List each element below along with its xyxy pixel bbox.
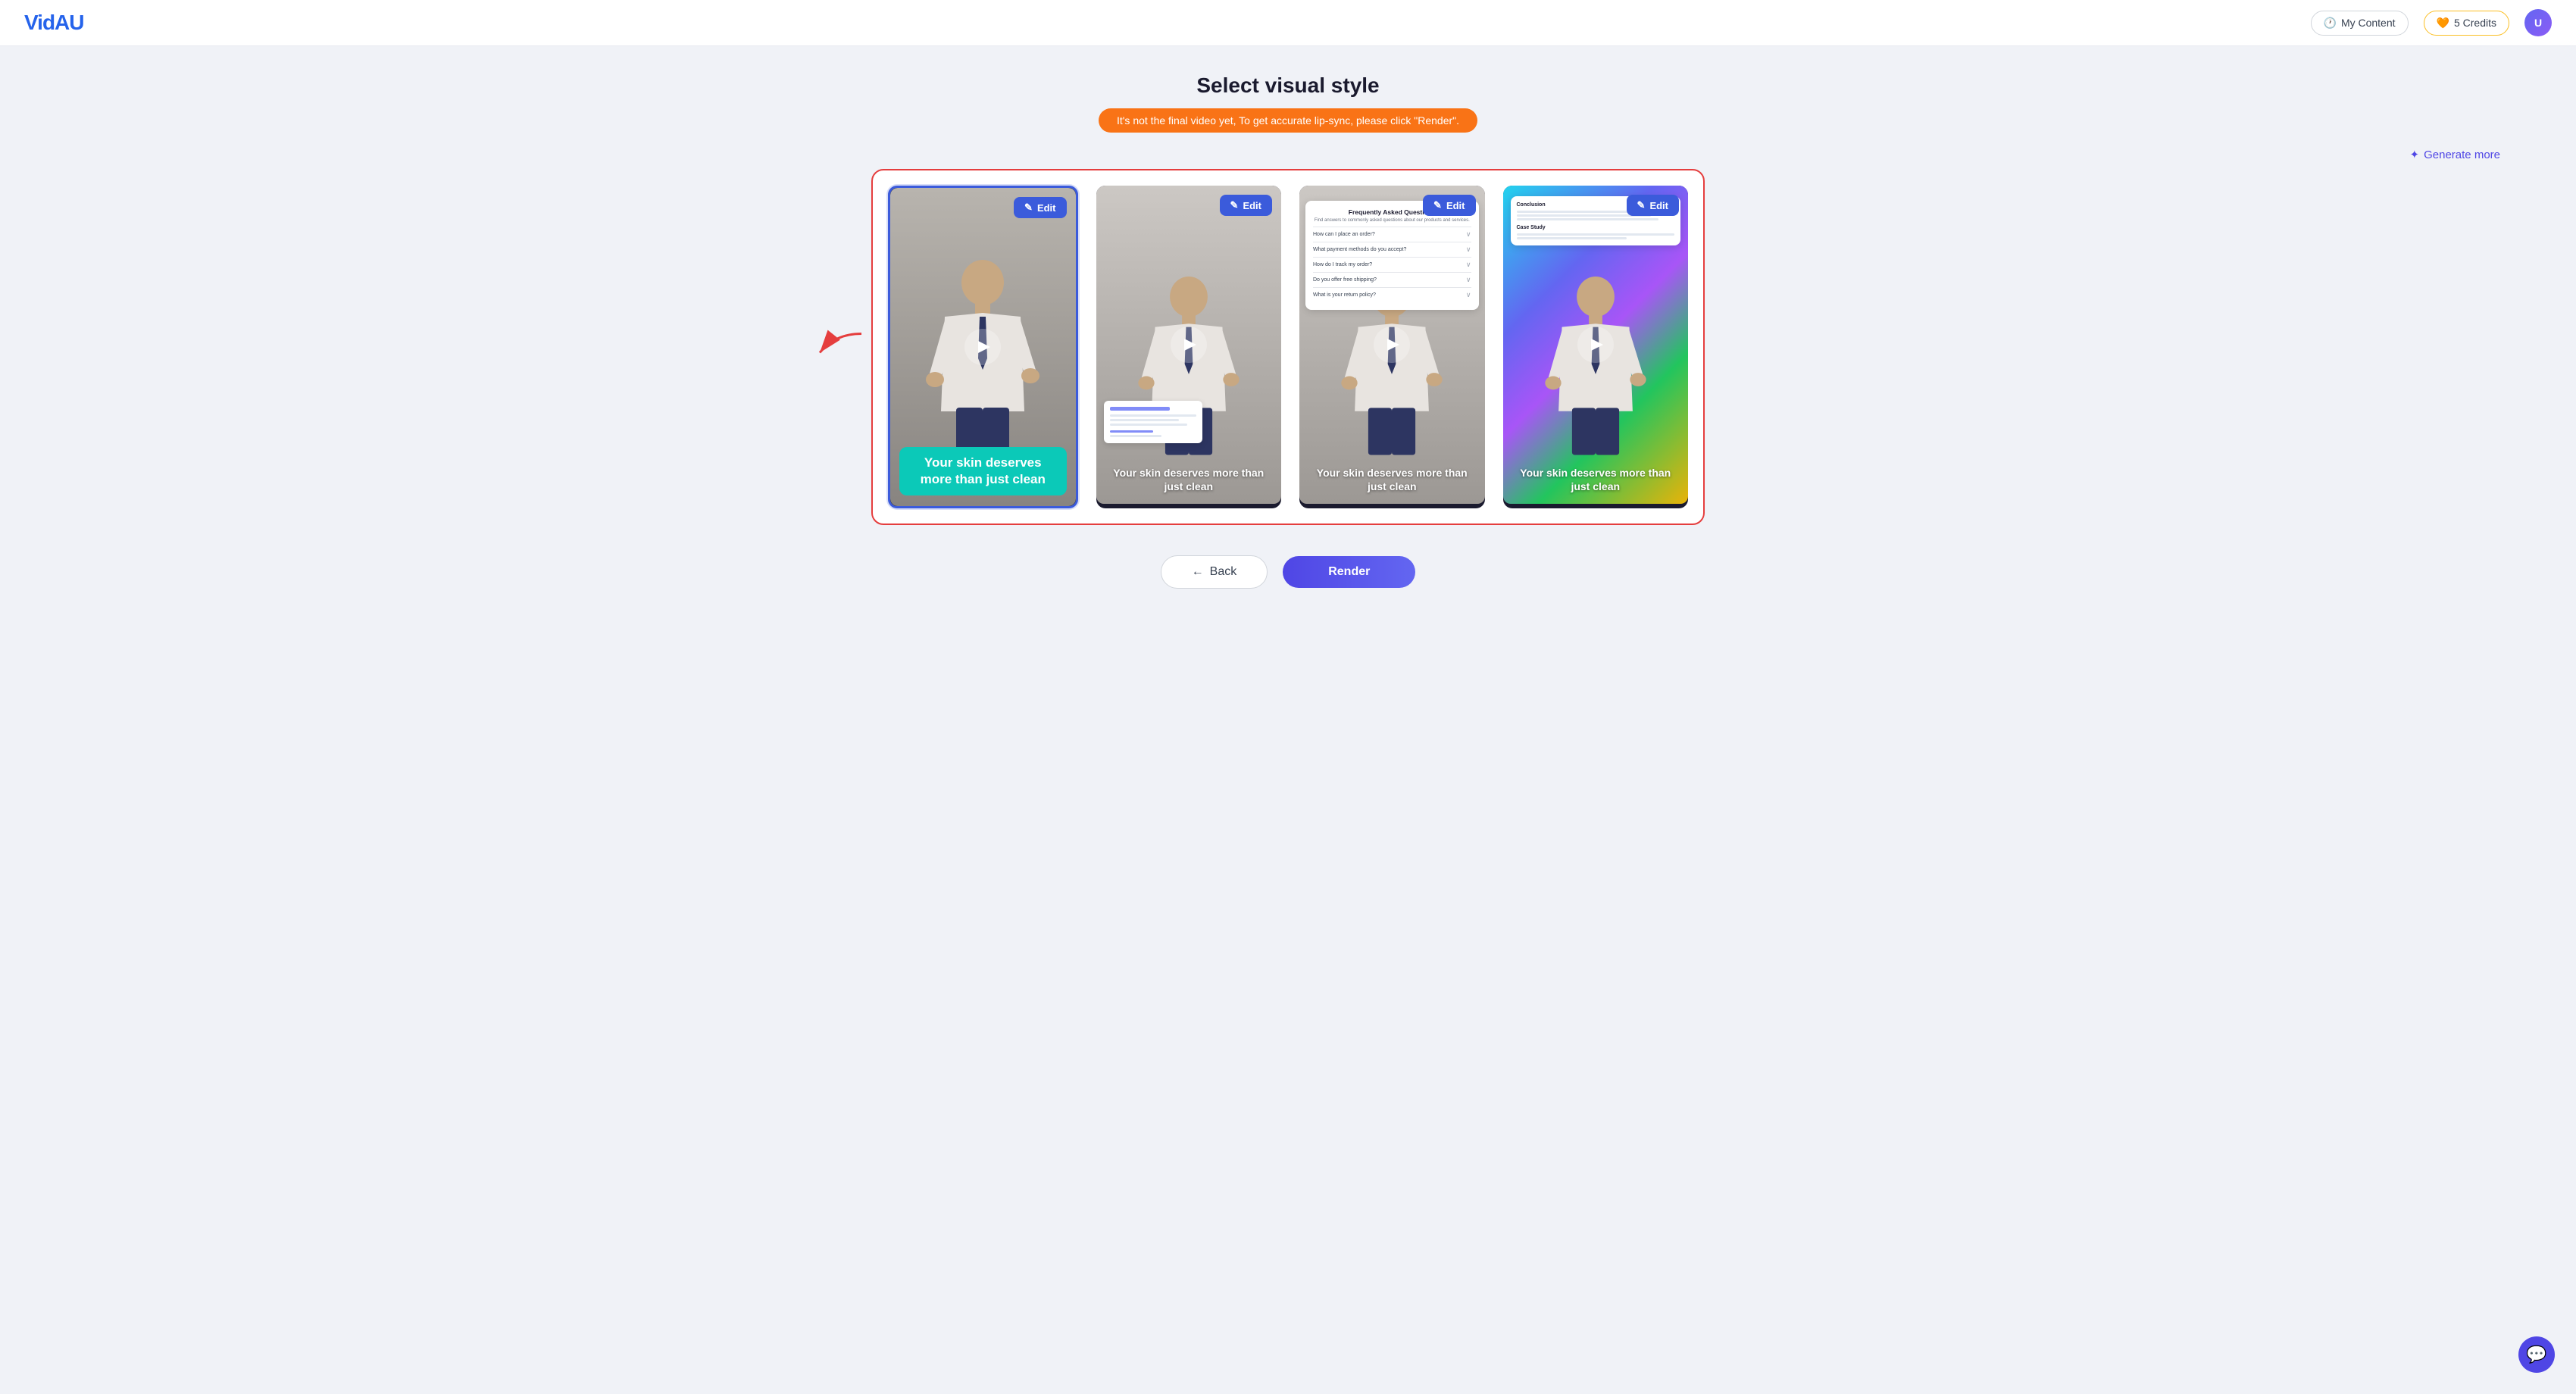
render-label: Render [1328, 565, 1370, 578]
faq-item-1: How can I place an order? [1313, 232, 1375, 237]
generate-more-button[interactable]: ✦ Generate more [2410, 148, 2500, 161]
credits-button[interactable]: 🧡 5 Credits [2424, 11, 2509, 36]
arrow-left-icon: ← [1192, 565, 1204, 579]
edit-button-3[interactable]: ✎ Edit [1423, 195, 1475, 216]
generate-more-row: ✦ Generate more [30, 148, 2546, 161]
back-button[interactable]: ← Back [1161, 555, 1268, 589]
avatar[interactable]: U [2524, 9, 2552, 36]
caption-1: Your skin deserves more than just clean [899, 447, 1067, 495]
credits-label: 5 Credits [2454, 17, 2496, 29]
edit-icon-3: ✎ [1433, 199, 1442, 211]
sparkle-icon: ✦ [2410, 148, 2420, 161]
caption-2: Your skin deserves more than just clean [1105, 466, 1273, 493]
play-button-1[interactable] [964, 329, 1001, 365]
play-button-3[interactable] [1374, 327, 1410, 363]
faq-item-3: How do I track my order? [1313, 262, 1372, 267]
caption-3: Your skin deserves more than just clean [1308, 466, 1476, 493]
chat-bubble-button[interactable]: 💬 [2518, 1336, 2555, 1373]
header: VidAU 🕐 My Content 🧡 5 Credits U [0, 0, 2576, 46]
faq-chevron-5: ∨ [1466, 291, 1471, 299]
faq-item-4: Do you offer free shipping? [1313, 277, 1377, 283]
logo: VidAU [24, 11, 84, 35]
avatar-initials: U [2534, 17, 2542, 29]
edit-icon-1: ✎ [1024, 202, 1033, 214]
generate-more-label: Generate more [2424, 148, 2500, 161]
video-card-2[interactable]: Your skin deserves more than just clean … [1096, 186, 1282, 508]
faq-item-2: What payment methods do you accept? [1313, 247, 1406, 252]
render-button[interactable]: Render [1283, 556, 1415, 588]
back-label: Back [1210, 565, 1237, 579]
card4-slide-subtitle: Case Study [1517, 225, 1675, 230]
edit-icon-2: ✎ [1230, 199, 1239, 211]
arrow-container [805, 323, 865, 372]
faq-chevron-3: ∨ [1466, 261, 1471, 269]
video-card-3[interactable]: Frequently Asked Questions Find answers … [1299, 186, 1485, 508]
selection-frame: Your skin deserves more than just clean … [871, 169, 1705, 525]
header-right: 🕐 My Content 🧡 5 Credits U [2311, 9, 2553, 36]
edit-label-3: Edit [1446, 200, 1465, 211]
faq-chevron-4: ∨ [1466, 276, 1471, 284]
notice-banner: It's not the final video yet, To get acc… [1099, 108, 1477, 133]
play-button-4[interactable] [1577, 327, 1614, 363]
edit-label-4: Edit [1649, 200, 1668, 211]
faq-item-5: What is your return policy? [1313, 292, 1376, 298]
chat-icon: 💬 [2526, 1345, 2546, 1364]
edit-label-2: Edit [1243, 200, 1261, 211]
edit-icon-4: ✎ [1637, 199, 1646, 211]
my-content-label: My Content [2341, 17, 2396, 29]
person-figure-4 [1535, 273, 1656, 462]
play-button-2[interactable] [1171, 327, 1207, 363]
faq-chevron-1: ∨ [1466, 230, 1471, 239]
caption-4: Your skin deserves more than just clean [1512, 466, 1680, 493]
video-card-4[interactable]: Conclusion Case Study [1503, 186, 1689, 508]
faq-chevron-2: ∨ [1466, 245, 1471, 254]
selection-arrow [805, 323, 865, 368]
clock-icon: 🕐 [2324, 17, 2337, 30]
my-content-button[interactable]: 🕐 My Content [2311, 11, 2409, 36]
edit-button-2[interactable]: ✎ Edit [1220, 195, 1272, 216]
bottom-row: ← Back Render [1161, 555, 1416, 589]
edit-button-1[interactable]: ✎ Edit [1014, 197, 1066, 218]
faq-subtitle: Find answers to commonly asked questions… [1313, 218, 1471, 223]
edit-label-1: Edit [1037, 202, 1056, 214]
video-card-1[interactable]: Your skin deserves more than just clean … [888, 186, 1078, 508]
heart-icon: 🧡 [2437, 17, 2449, 30]
edit-button-4[interactable]: ✎ Edit [1627, 195, 1679, 216]
main-content: Select visual style It's not the final v… [0, 46, 2576, 619]
page-title: Select visual style [1196, 73, 1379, 98]
